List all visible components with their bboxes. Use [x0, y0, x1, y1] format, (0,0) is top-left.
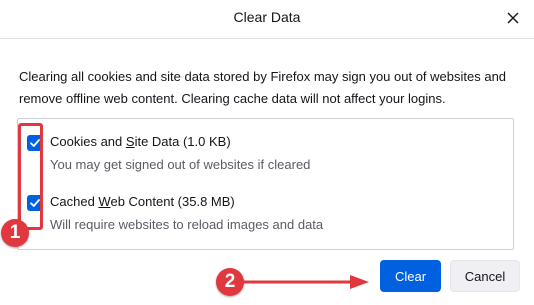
clear-button[interactable]: Clear — [380, 260, 441, 292]
dialog-description: Clearing all cookies and site data store… — [19, 69, 507, 106]
cookies-description: You may get signed out of websites if cl… — [50, 157, 311, 172]
cancel-button[interactable]: Cancel — [450, 260, 520, 292]
cookies-accesskey: S — [125, 134, 135, 149]
cookies-label-text-start: Cookies and — [50, 134, 126, 149]
clear-data-dialog: Clear Data Clearing all cookies and site… — [0, 0, 534, 305]
cookies-label-text-end: ite Data (1.0 KB) — [134, 134, 231, 149]
annotation-highlight-checkboxes — [18, 123, 43, 230]
cache-label-text-end: eb Content (35.8 MB) — [110, 194, 235, 209]
cache-label-text-start: Cached — [50, 194, 99, 209]
close-icon — [507, 12, 519, 24]
cookies-label[interactable]: Cookies and Site Data (1.0 KB) — [50, 134, 231, 149]
cache-description: Will require websites to reload images a… — [50, 217, 324, 232]
cache-label[interactable]: Cached Web Content (35.8 MB) — [50, 194, 235, 209]
options-group: Cookies and Site Data (1.0 KB) You may g… — [17, 118, 514, 250]
cache-accesskey: W — [98, 194, 111, 209]
dialog-title: Clear Data — [233, 9, 301, 25]
annotation-arrow-icon — [242, 275, 369, 289]
step-1-badge: 1 — [1, 219, 29, 247]
close-button[interactable] — [500, 5, 526, 31]
dialog-titlebar: Clear Data — [0, 0, 534, 39]
